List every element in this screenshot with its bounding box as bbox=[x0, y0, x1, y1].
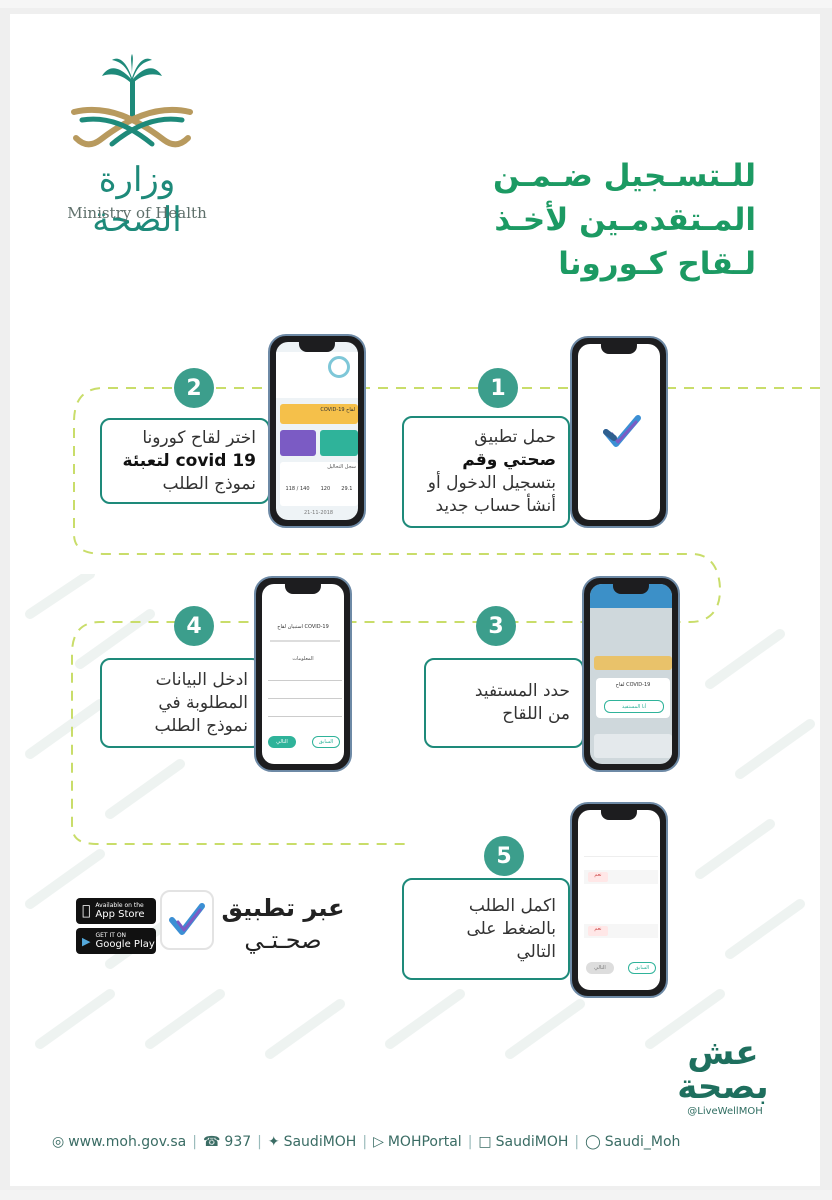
sehhaty-app-icon bbox=[603, 415, 641, 447]
apple-icon:  bbox=[82, 903, 90, 919]
step-4-badge: 4 bbox=[174, 606, 214, 646]
sehhaty-logo-icon bbox=[169, 903, 205, 935]
step-5-text: اكمل الطلب بالضغط على التالي bbox=[466, 895, 556, 962]
next-button-screen-5: التالي bbox=[586, 962, 614, 974]
google-play-badge[interactable]: ▶ GET IT ON Google Play bbox=[76, 928, 156, 954]
step-1-badge: 1 bbox=[478, 368, 518, 408]
step-5-box: اكمل الطلب بالضغط على التالي bbox=[402, 878, 570, 980]
top-strip bbox=[0, 0, 832, 8]
covid-vaccine-card: لقاح COVID-19 bbox=[280, 404, 358, 424]
phone-step-1-screen bbox=[578, 344, 660, 520]
i-am-beneficiary-button: أنا المستفيد bbox=[604, 700, 664, 713]
phone-step-1 bbox=[570, 336, 668, 528]
step-3-text: حدد المستفيد من اللقاح bbox=[474, 681, 570, 724]
phone-step-5-screen: نعم نعم التالي السابق bbox=[578, 810, 660, 990]
bottom-strip bbox=[0, 1190, 832, 1200]
next-button-screen-4: التالي bbox=[268, 736, 296, 748]
step-4-box: ادخل البيانات المطلوبة في نموذج الطلب bbox=[100, 658, 262, 748]
footer-website[interactable]: ◎ www.moh.gov.sa bbox=[52, 1134, 186, 1150]
step-1-text: حمل تطبيق صحتي وقم بتسجيل الدخول أو أنشأ… bbox=[427, 427, 556, 516]
phone-icon: ☎ bbox=[202, 1134, 221, 1150]
footer-youtube[interactable]: ▷ MOHPortal bbox=[373, 1134, 462, 1150]
phone-step-3-screen: لقاح COVID-19 أنا المستفيد bbox=[590, 584, 672, 764]
phone-step-3: لقاح COVID-19 أنا المستفيد bbox=[582, 576, 680, 772]
poster: وزارة الصحة Ministry of Health للـتسـجيل… bbox=[10, 14, 820, 1186]
dashed-path bbox=[71, 387, 820, 845]
google-play-icon: ▶ bbox=[82, 934, 91, 948]
footer-phone[interactable]: ☎ 937 bbox=[203, 1134, 251, 1150]
phone-step-4-screen: استبيان لقاح COVID-19 المعلومات التالي ا… bbox=[262, 584, 344, 764]
youtube-icon: ▷ bbox=[373, 1134, 384, 1150]
previous-button-screen-4: السابق bbox=[312, 736, 340, 748]
facebook-icon: □ bbox=[478, 1134, 492, 1150]
app-store-badge[interactable]:  Available on theApp Store bbox=[76, 898, 156, 924]
phone-step-2-screen: لقاح COVID-19 سجل التحاليل 118 / 140 120 2… bbox=[276, 342, 358, 520]
step-2-badge: 2 bbox=[174, 368, 214, 408]
phone-step-2: لقاح COVID-19 سجل التحاليل 118 / 140 120 2… bbox=[268, 334, 366, 528]
via-app-line-1: عبر تطبيق bbox=[221, 894, 345, 922]
footer-twitter[interactable]: ✦ SaudiMOH bbox=[268, 1134, 356, 1150]
footer-snapchat[interactable]: ◯ Saudi_Moh bbox=[585, 1134, 680, 1150]
step-4-text: ادخل البيانات المطلوبة في نموذج الطلب bbox=[154, 669, 248, 736]
step-2-box: اختر لقاح كورونا covid 19 لتعبئة نموذج ا… bbox=[100, 418, 270, 504]
sehhaty-app-tile bbox=[160, 890, 214, 950]
snapchat-icon: ◯ bbox=[585, 1134, 601, 1150]
globe-icon: ◎ bbox=[52, 1134, 65, 1150]
footer-facebook[interactable]: □ SaudiMOH bbox=[478, 1134, 568, 1150]
live-well-logo: عش بصحة bbox=[677, 1033, 769, 1107]
step-3-badge: 3 bbox=[476, 606, 516, 646]
select-beneficiary-dialog-title: لقاح COVID-19 bbox=[615, 682, 651, 688]
footer: ◎ www.moh.gov.sa | ☎ 937 | ✦ SaudiMOH | ▷ MO… bbox=[52, 1134, 681, 1150]
step-3-box: حدد المستفيد من اللقاح bbox=[424, 658, 584, 748]
via-app-line-2: صحـتـي bbox=[244, 926, 322, 954]
step-1-box: حمل تطبيق صحتي وقم بتسجيل الدخول أو أنشأ… bbox=[402, 416, 570, 528]
live-well-handle: @LiveWellMOH bbox=[687, 1106, 763, 1117]
step-5-badge: 5 bbox=[484, 836, 524, 876]
phone-step-5: نعم نعم التالي السابق bbox=[570, 802, 668, 998]
twitter-icon: ✦ bbox=[267, 1134, 280, 1150]
step-2-text: اختر لقاح كورونا covid 19 لتعبئة نموذج ا… bbox=[122, 427, 256, 494]
phone-step-4: استبيان لقاح COVID-19 المعلومات التالي ا… bbox=[254, 576, 352, 772]
previous-button-screen-5: السابق bbox=[628, 962, 656, 974]
